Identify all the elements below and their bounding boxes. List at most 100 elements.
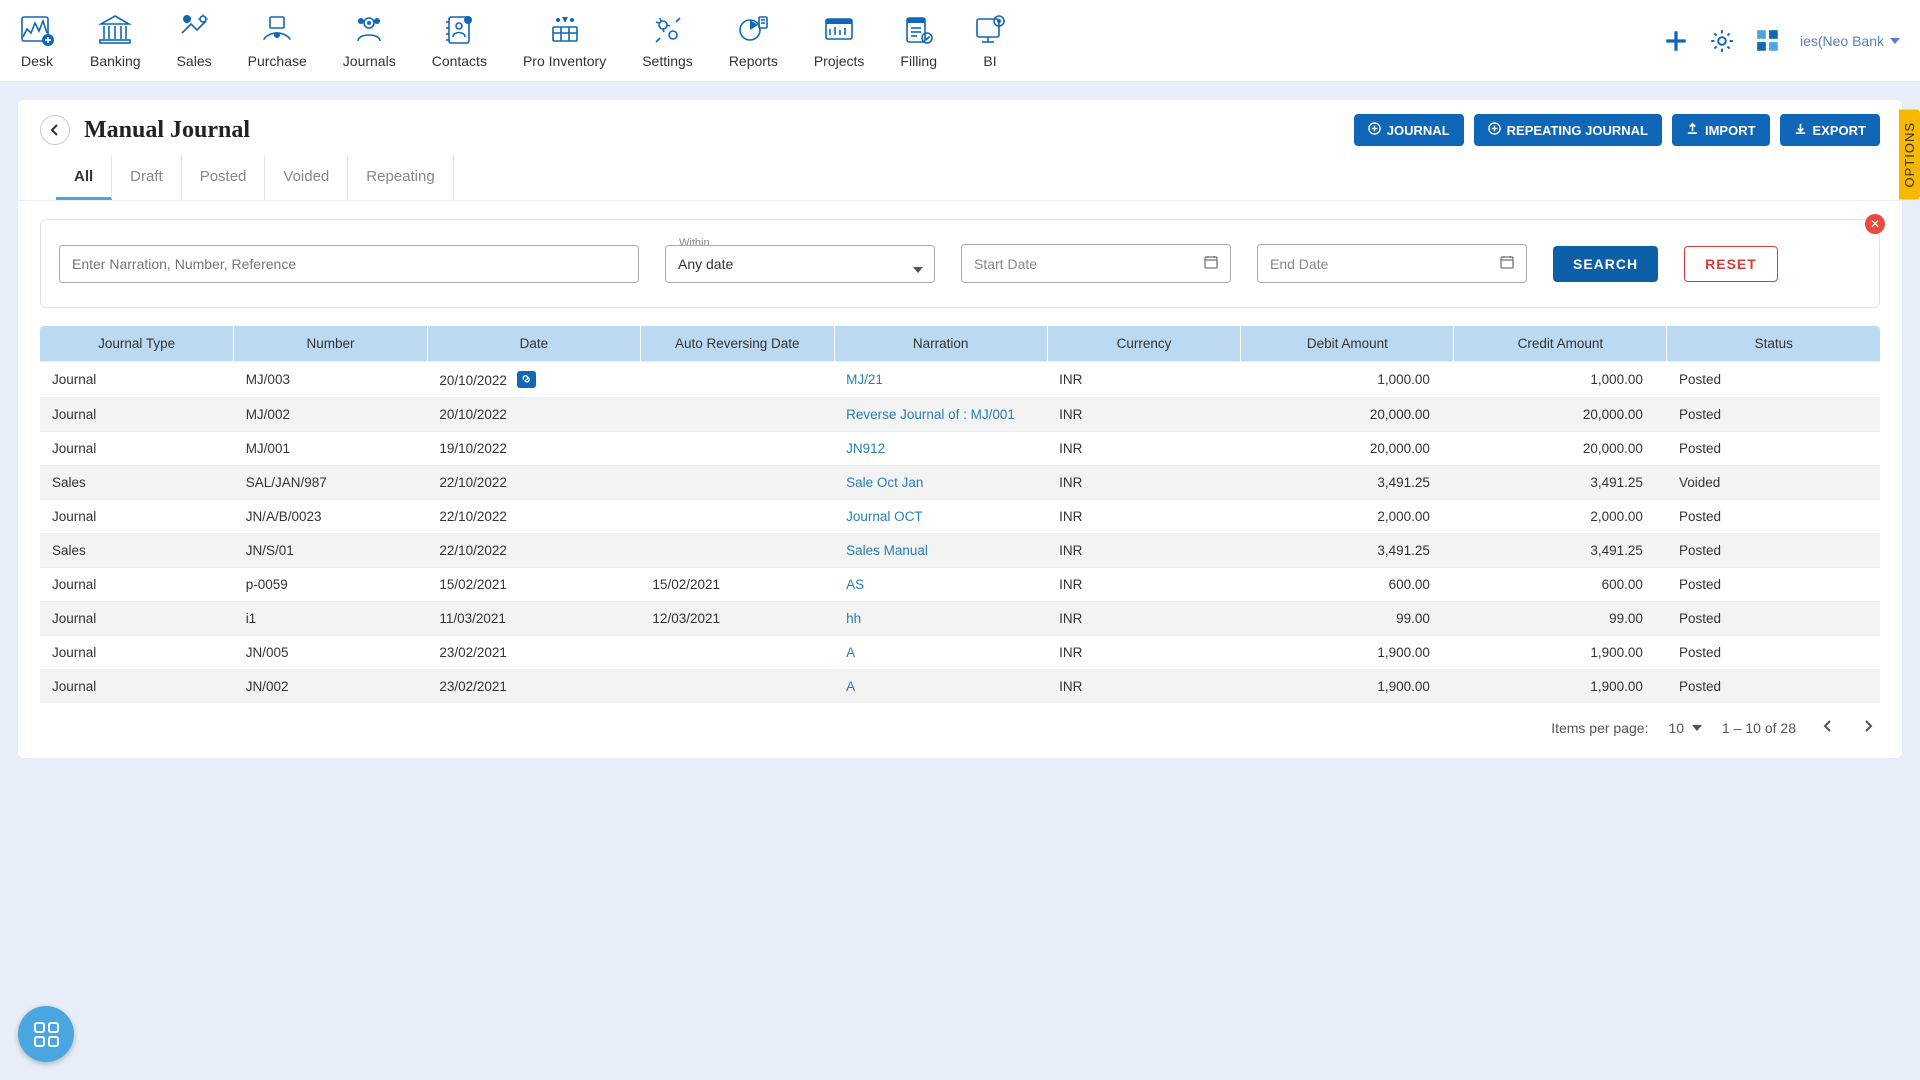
col-currency[interactable]: Currency bbox=[1047, 326, 1241, 362]
col-date[interactable]: Date bbox=[427, 326, 640, 362]
col-narration[interactable]: Narration bbox=[834, 326, 1047, 362]
plus-icon[interactable] bbox=[1662, 27, 1690, 55]
apps-grid-icon[interactable] bbox=[1754, 27, 1782, 55]
cell-number: JN/S/01 bbox=[234, 534, 428, 568]
back-button[interactable] bbox=[40, 115, 70, 145]
table-row[interactable]: JournalMJ/00220/10/2022 Reverse Journal … bbox=[40, 398, 1880, 432]
table-row[interactable]: Journali111/03/2021 12/03/2021hhINR99.00… bbox=[40, 602, 1880, 636]
table-row[interactable]: JournalJN/A/B/002322/10/2022 Journal OCT… bbox=[40, 500, 1880, 534]
nav-projects[interactable]: Projects bbox=[814, 13, 865, 69]
cell-status: Posted bbox=[1667, 398, 1880, 432]
table-row[interactable]: JournalJN/00523/02/2021 AINR1,900.001,90… bbox=[40, 636, 1880, 670]
cell-narration[interactable]: hh bbox=[834, 602, 1047, 636]
cell-debit: 600.00 bbox=[1241, 568, 1454, 602]
page-size-select[interactable]: 10 bbox=[1668, 720, 1702, 736]
journal-button[interactable]: JOURNAL bbox=[1354, 114, 1464, 146]
start-date-input[interactable]: Start Date bbox=[961, 244, 1231, 283]
cell-type: Journal bbox=[40, 568, 234, 602]
nav-desk-label: Desk bbox=[21, 53, 53, 69]
nav-sales-label: Sales bbox=[177, 53, 212, 69]
tab-all[interactable]: All bbox=[56, 156, 112, 200]
table-row[interactable]: JournalMJ/00320/10/2022 MJ/21INR1,000.00… bbox=[40, 362, 1880, 398]
company-name: ies(Neo Bank bbox=[1800, 33, 1884, 49]
tab-repeating[interactable]: Repeating bbox=[348, 156, 453, 200]
cell-number: JN/005 bbox=[234, 636, 428, 670]
page-range: 1 – 10 of 28 bbox=[1722, 720, 1796, 736]
export-button[interactable]: EXPORT bbox=[1780, 114, 1880, 146]
cell-credit: 600.00 bbox=[1454, 568, 1667, 602]
cell-debit: 2,000.00 bbox=[1241, 500, 1454, 534]
close-filter-button[interactable]: ✕ bbox=[1865, 214, 1885, 234]
table-row[interactable]: SalesSAL/JAN/98722/10/2022 Sale Oct JanI… bbox=[40, 466, 1880, 500]
cell-ard bbox=[640, 466, 834, 500]
tab-draft[interactable]: Draft bbox=[112, 156, 182, 200]
cell-currency: INR bbox=[1047, 534, 1241, 568]
cell-currency: INR bbox=[1047, 500, 1241, 534]
cell-status: Voided bbox=[1667, 466, 1880, 500]
within-select[interactable]: Within Any date bbox=[665, 245, 935, 283]
nav-reports[interactable]: Reports bbox=[729, 13, 778, 69]
tab-posted[interactable]: Posted bbox=[182, 156, 266, 200]
cell-debit: 20,000.00 bbox=[1241, 432, 1454, 466]
nav-filling[interactable]: Filling bbox=[900, 13, 937, 69]
end-date-input[interactable]: End Date bbox=[1257, 244, 1527, 283]
cell-narration[interactable]: A bbox=[834, 636, 1047, 670]
cell-type: Journal bbox=[40, 602, 234, 636]
cell-narration[interactable]: JN912 bbox=[834, 432, 1047, 466]
nav-settings[interactable]: Settings bbox=[642, 13, 693, 69]
chevron-down-icon bbox=[913, 261, 923, 276]
nav-journals[interactable]: Journals bbox=[343, 13, 396, 69]
col-number[interactable]: Number bbox=[234, 326, 428, 362]
tab-voided[interactable]: Voided bbox=[265, 156, 348, 200]
next-page-button[interactable] bbox=[1858, 717, 1880, 738]
cell-date: 22/10/2022 bbox=[427, 466, 640, 500]
search-button[interactable]: SEARCH bbox=[1553, 246, 1658, 282]
nav-contacts[interactable]: Contacts bbox=[432, 13, 487, 69]
nav-desk[interactable]: Desk bbox=[20, 13, 54, 69]
col-journal-type[interactable]: Journal Type bbox=[40, 326, 234, 362]
cell-credit: 20,000.00 bbox=[1454, 432, 1667, 466]
cell-narration[interactable]: A bbox=[834, 670, 1047, 704]
col-auto-reversing-date[interactable]: Auto Reversing Date bbox=[640, 326, 834, 362]
cell-narration[interactable]: Sales Manual bbox=[834, 534, 1047, 568]
upload-icon bbox=[1686, 122, 1699, 138]
table-row[interactable]: JournalMJ/00119/10/2022 JN912INR20,000.0… bbox=[40, 432, 1880, 466]
cell-number: MJ/003 bbox=[234, 362, 428, 398]
reset-button[interactable]: RESET bbox=[1684, 246, 1778, 282]
cell-type: Journal bbox=[40, 362, 234, 398]
table-row[interactable]: JournalJN/00223/02/2021 AINR1,900.001,90… bbox=[40, 670, 1880, 704]
nav-banking[interactable]: Banking bbox=[90, 13, 141, 69]
cell-narration[interactable]: MJ/21 bbox=[834, 362, 1047, 398]
cell-narration[interactable]: Sale Oct Jan bbox=[834, 466, 1047, 500]
nav-bi-label: BI bbox=[983, 53, 996, 69]
nav-contacts-label: Contacts bbox=[432, 53, 487, 69]
cell-credit: 1,000.00 bbox=[1454, 362, 1667, 398]
cell-date: 15/02/2021 bbox=[427, 568, 640, 602]
attachment-icon[interactable] bbox=[517, 371, 536, 388]
col-debit-amount[interactable]: Debit Amount bbox=[1241, 326, 1454, 362]
table-row[interactable]: Journalp-005915/02/2021 15/02/2021ASINR6… bbox=[40, 568, 1880, 602]
import-button[interactable]: IMPORT bbox=[1672, 114, 1770, 146]
cell-narration[interactable]: AS bbox=[834, 568, 1047, 602]
options-side-tab[interactable]: OPTIONS bbox=[1899, 110, 1920, 200]
col-credit-amount[interactable]: Credit Amount bbox=[1454, 326, 1667, 362]
gear-icon[interactable] bbox=[1708, 27, 1736, 55]
float-apps-button[interactable] bbox=[18, 1006, 74, 1062]
cell-narration[interactable]: Reverse Journal of : MJ/001 bbox=[834, 398, 1047, 432]
repeating-journal-button[interactable]: REPEATING JOURNAL bbox=[1474, 114, 1662, 146]
prev-page-button[interactable] bbox=[1816, 717, 1838, 738]
chevron-down-icon bbox=[1890, 38, 1900, 44]
nav-purchase[interactable]: Purchase bbox=[248, 13, 307, 69]
cell-date: 22/10/2022 bbox=[427, 500, 640, 534]
cell-narration[interactable]: Journal OCT bbox=[834, 500, 1047, 534]
cell-status: Posted bbox=[1667, 362, 1880, 398]
nav-proinventory[interactable]: Pro Inventory bbox=[523, 13, 606, 69]
company-dropdown[interactable]: ies(Neo Bank bbox=[1800, 33, 1900, 49]
cell-date: 20/10/2022 bbox=[427, 398, 640, 432]
nav-bi[interactable]: BI bbox=[973, 13, 1007, 69]
table-row[interactable]: SalesJN/S/0122/10/2022 Sales ManualINR3,… bbox=[40, 534, 1880, 568]
col-status[interactable]: Status bbox=[1667, 326, 1880, 362]
nav-sales[interactable]: $ Sales bbox=[177, 13, 212, 69]
cell-ard bbox=[640, 432, 834, 466]
narration-search-input[interactable] bbox=[59, 245, 639, 283]
